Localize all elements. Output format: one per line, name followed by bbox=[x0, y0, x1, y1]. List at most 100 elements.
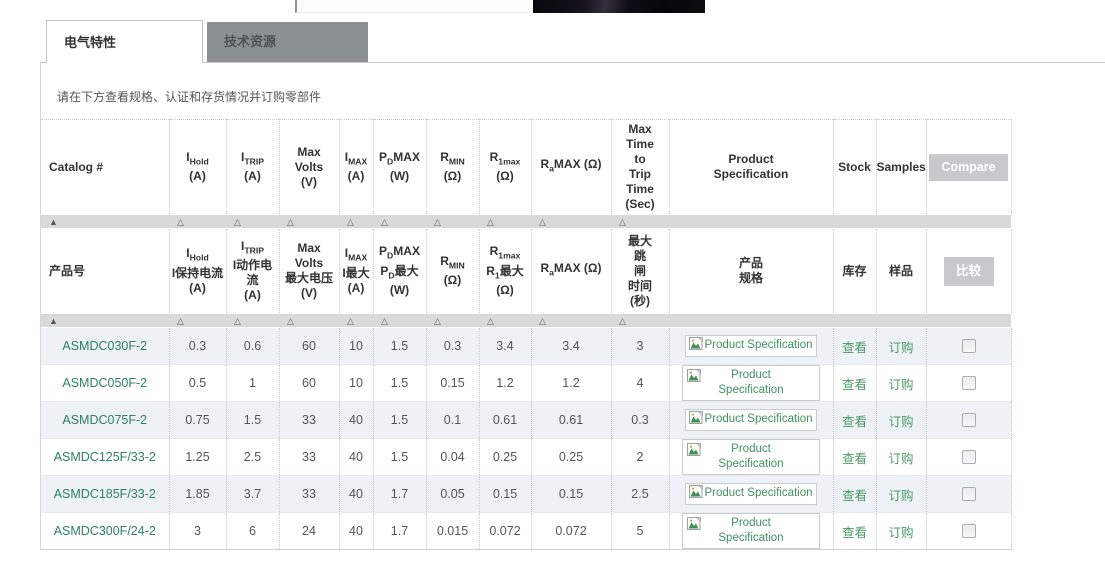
sort-ascending-icon[interactable]: △ bbox=[531, 316, 546, 327]
col-header-rmin-en[interactable]: RMIN(Ω) bbox=[426, 120, 479, 215]
order-samples-link[interactable]: 订购 bbox=[888, 489, 913, 503]
catalog-link[interactable]: ASMDC125F/33-2 bbox=[54, 450, 156, 464]
sort-ascending-icon[interactable]: △ bbox=[279, 316, 294, 327]
subscript-text: D bbox=[387, 156, 393, 166]
sort-ascending-icon[interactable]: △ bbox=[479, 316, 494, 327]
col-header-catalog-cn[interactable]: 产品号 bbox=[41, 229, 169, 314]
sort-cell-ramax: △ bbox=[531, 215, 611, 229]
catalog-link[interactable]: ASMDC075F-2 bbox=[62, 413, 147, 427]
tab-technical-resources[interactable]: 技术资源 bbox=[207, 22, 368, 62]
sort-ascending-icon[interactable]: △ bbox=[169, 316, 184, 327]
compare-button[interactable]: 比较 bbox=[944, 257, 994, 286]
col-header-r1max-cn[interactable]: R1maxR1最大(Ω) bbox=[479, 229, 531, 314]
sort-cell-r1max: △ bbox=[479, 215, 531, 229]
compare-checkbox[interactable] bbox=[962, 339, 976, 353]
col-header-imax-cn[interactable]: IMAXI最大(A) bbox=[339, 229, 373, 314]
catalog-cell: ASMDC030F-2 bbox=[41, 328, 169, 365]
stock-view-link[interactable]: 查看 bbox=[842, 378, 867, 392]
sort-ascending-icon[interactable]: △ bbox=[279, 217, 294, 228]
compare-checkbox[interactable] bbox=[962, 376, 976, 390]
stock-view-link[interactable]: 查看 bbox=[842, 526, 867, 540]
sort-ascending-icon[interactable]: △ bbox=[531, 217, 546, 228]
compare-checkbox[interactable] bbox=[962, 450, 976, 464]
value-cell-ihold: 0.5 bbox=[169, 365, 226, 402]
sort-ascending-icon[interactable]: △ bbox=[426, 316, 441, 327]
sort-ascending-icon[interactable]: ▲ bbox=[41, 316, 58, 327]
sort-ascending-icon[interactable]: ▲ bbox=[41, 217, 58, 228]
compare-button[interactable]: Compare bbox=[929, 154, 1008, 181]
sort-bar: ▲ △ △ △ △ △ △ △ △ △ bbox=[41, 215, 1011, 229]
sort-ascending-icon[interactable]: △ bbox=[373, 217, 388, 228]
catalog-link[interactable]: ASMDC300F/24-2 bbox=[54, 524, 156, 538]
col-header-rmin-cn[interactable]: RMIN(Ω) bbox=[426, 229, 479, 314]
spec-label: Product Specification bbox=[706, 442, 796, 472]
sort-ascending-icon[interactable]: △ bbox=[611, 217, 626, 228]
compare-checkbox[interactable] bbox=[962, 487, 976, 501]
product-specification-link[interactable]: Product Specification bbox=[685, 483, 816, 505]
sort-ascending-icon[interactable]: △ bbox=[479, 217, 494, 228]
order-samples-link[interactable]: 订购 bbox=[888, 452, 913, 466]
sort-cell-itrip: △ bbox=[226, 215, 279, 229]
col-header-ihold-cn[interactable]: IHoldI保持电流(A) bbox=[169, 229, 226, 314]
product-specification-link[interactable]: Product Specification bbox=[685, 335, 816, 357]
col-header-catalog-en[interactable]: Catalog # bbox=[41, 120, 169, 215]
order-samples-link[interactable]: 订购 bbox=[888, 415, 913, 429]
col-header-itrip-cn[interactable]: ITRIPI动作电流(A) bbox=[226, 229, 279, 314]
product-specification-link[interactable]: Product Specification bbox=[682, 513, 820, 549]
stock-cell: 查看 bbox=[833, 328, 876, 365]
value-cell-r1max: 3.4 bbox=[479, 328, 531, 365]
col-header-pdmax-cn[interactable]: PDMAXPD最大(W) bbox=[373, 229, 426, 314]
col-header-maxvolts-cn[interactable]: MaxVolts最大电压(V) bbox=[279, 229, 339, 314]
value-cell-ramax: 0.072 bbox=[531, 513, 611, 550]
catalog-link[interactable]: ASMDC050F-2 bbox=[62, 376, 147, 390]
col-header-r1max-en[interactable]: R1max(Ω) bbox=[479, 120, 531, 215]
compare-checkbox[interactable] bbox=[962, 413, 976, 427]
product-specification-link[interactable]: Product Specification bbox=[682, 439, 820, 475]
col-header-ramax-en[interactable]: RaMAX (Ω) bbox=[531, 120, 611, 215]
sort-ascending-icon[interactable]: △ bbox=[339, 217, 354, 228]
col-header-pdmax-en[interactable]: PDMAX(W) bbox=[373, 120, 426, 215]
value-cell-imax: 10 bbox=[339, 328, 373, 365]
col-header-ihold-en[interactable]: IHold(A) bbox=[169, 120, 226, 215]
sort-ascending-icon[interactable]: △ bbox=[226, 316, 241, 327]
subscript-text: TRIP bbox=[244, 156, 264, 166]
value-cell-ramax: 0.61 bbox=[531, 402, 611, 439]
spec-label: Product Specification bbox=[704, 487, 812, 499]
col-header-imax-en[interactable]: IMAX(A) bbox=[339, 120, 373, 215]
col-header-maxtime-cn[interactable]: 最大跳闸时间(秒) bbox=[611, 229, 669, 314]
sort-ascending-icon[interactable]: △ bbox=[611, 316, 626, 327]
col-header-itrip-en[interactable]: ITRIP(A) bbox=[226, 120, 279, 215]
tab-electrical-characteristics[interactable]: 电气特性 bbox=[46, 20, 203, 63]
col-header-ramax-cn[interactable]: RaMAX (Ω) bbox=[531, 229, 611, 314]
catalog-link[interactable]: ASMDC030F-2 bbox=[62, 339, 147, 353]
part-row: ASMDC075F-20.751.533401.50.10.610.610.3P… bbox=[41, 402, 1011, 439]
sort-ascending-icon[interactable]: △ bbox=[226, 217, 241, 228]
stock-view-link[interactable]: 查看 bbox=[842, 415, 867, 429]
col-header-maxvolts-en[interactable]: MaxVolts(V) bbox=[279, 120, 339, 215]
stock-view-link[interactable]: 查看 bbox=[842, 452, 867, 466]
parts-table: Catalog #IHold(A)ITRIP(A)MaxVolts(V)IMAX… bbox=[41, 119, 1012, 550]
compare-cell bbox=[926, 476, 1011, 513]
sort-cell-compare bbox=[926, 314, 1011, 328]
col-header-maxtime-en[interactable]: MaxTimetoTripTime(Sec) bbox=[611, 120, 669, 215]
catalog-link[interactable]: ASMDC185F/33-2 bbox=[54, 487, 156, 501]
sort-ascending-icon[interactable]: △ bbox=[373, 316, 388, 327]
value-cell-r1max: 0.61 bbox=[479, 402, 531, 439]
order-samples-link[interactable]: 订购 bbox=[888, 341, 913, 355]
order-samples-link[interactable]: 订购 bbox=[888, 526, 913, 540]
order-samples-link[interactable]: 订购 bbox=[888, 378, 913, 392]
spec-label: Product Specification bbox=[704, 339, 812, 351]
stock-view-link[interactable]: 查看 bbox=[842, 489, 867, 503]
product-specification-link[interactable]: Product Specification bbox=[682, 365, 820, 401]
value-cell-maxtime: 0.3 bbox=[611, 402, 669, 439]
spec-cell: Product Specification bbox=[669, 365, 833, 402]
sort-ascending-icon[interactable]: △ bbox=[339, 316, 354, 327]
stock-cell: 查看 bbox=[833, 476, 876, 513]
product-specification-link[interactable]: Product Specification bbox=[685, 409, 816, 431]
sort-ascending-icon[interactable]: △ bbox=[169, 217, 184, 228]
stock-view-link[interactable]: 查看 bbox=[842, 341, 867, 355]
col-header-compare-en: Compare bbox=[926, 120, 1011, 215]
value-cell-ramax: 0.15 bbox=[531, 476, 611, 513]
compare-checkbox[interactable] bbox=[962, 524, 976, 538]
sort-ascending-icon[interactable]: △ bbox=[426, 217, 441, 228]
